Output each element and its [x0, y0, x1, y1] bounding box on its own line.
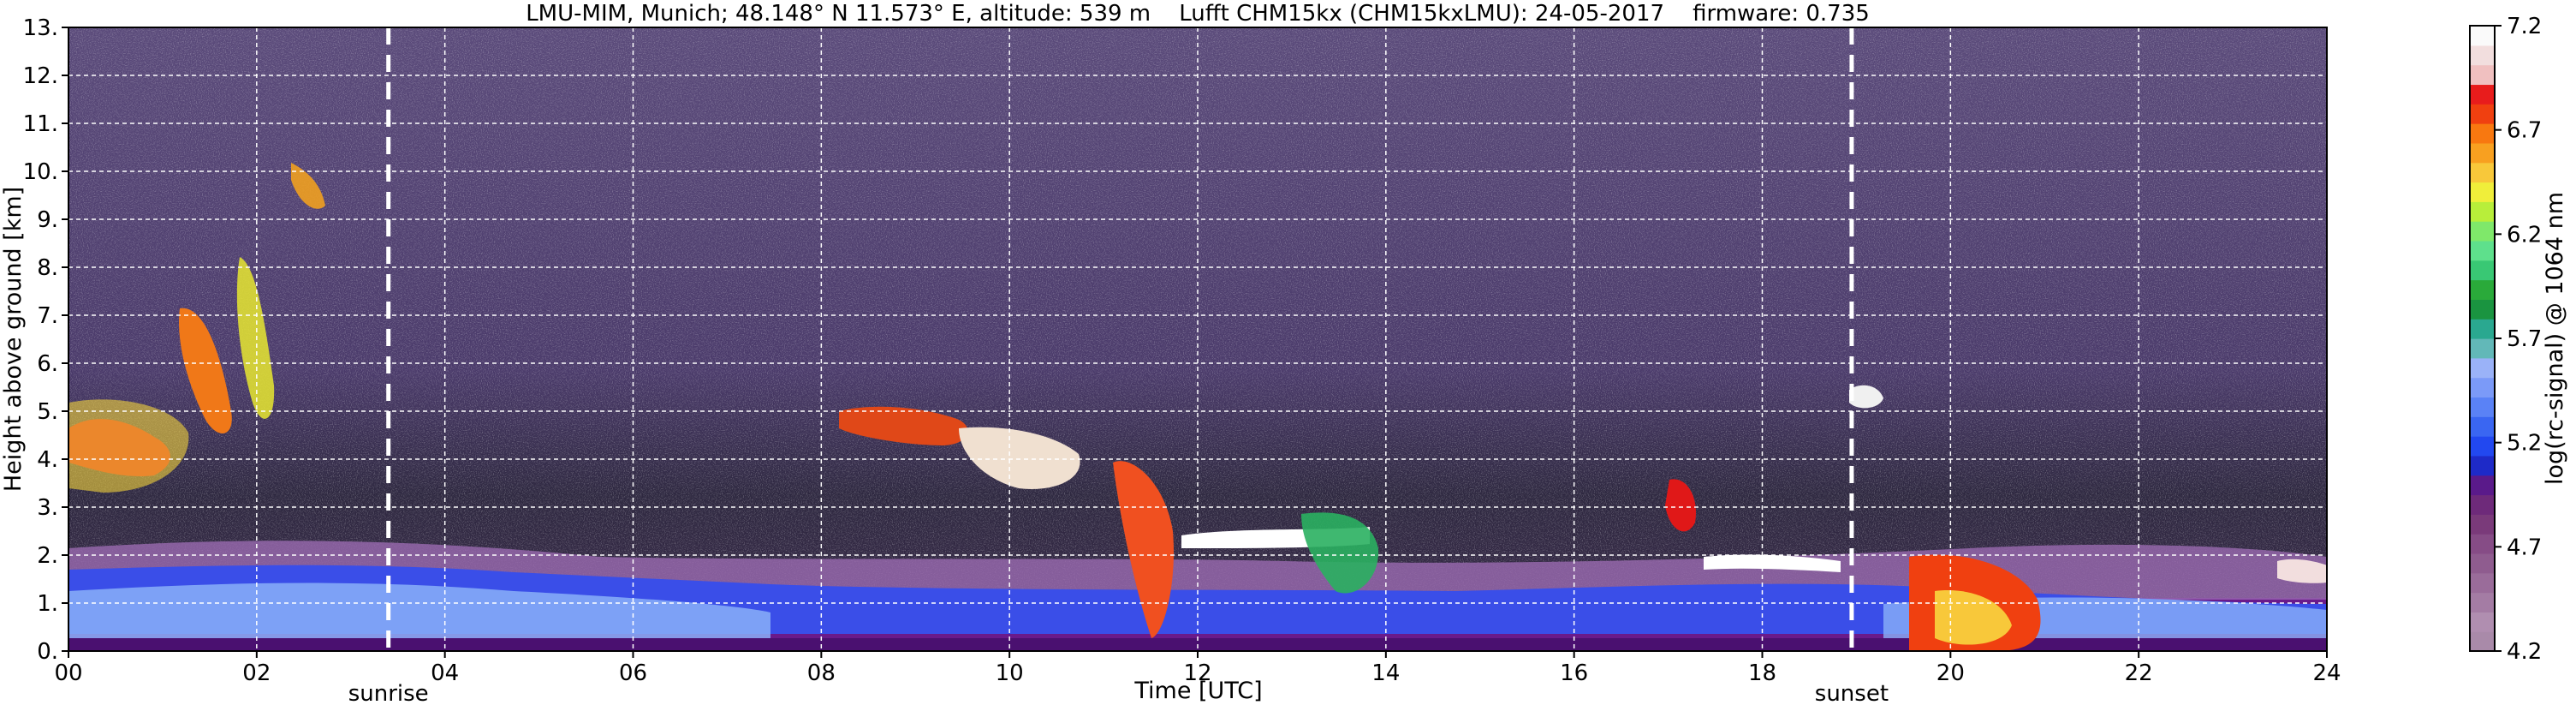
colorbar-segment [2470, 104, 2495, 124]
y-tick-label: 1. [37, 591, 58, 617]
y-tick-label: 2. [37, 543, 58, 569]
colorbar [2470, 26, 2495, 652]
colorbar-segment [2470, 455, 2495, 476]
y-tick-label: 5. [37, 399, 58, 425]
colorbar-tick-label: 5.7 [2507, 326, 2542, 352]
colorbar-tick-label: 5.2 [2507, 431, 2542, 457]
x-tick-label: 22 [2125, 660, 2153, 686]
x-tick-label: 14 [1371, 660, 1400, 686]
event-label-sunset: sunset [1815, 681, 1889, 707]
colorbar-segment [2470, 534, 2495, 554]
colorbar-segment [2470, 338, 2495, 359]
colorbar-segment [2470, 319, 2495, 339]
event-label-sunrise: sunrise [348, 681, 429, 707]
colorbar-segment [2470, 514, 2495, 535]
y-tick-label: 7. [37, 303, 58, 329]
colorbar-segment [2470, 162, 2495, 183]
colorbar-segment [2470, 279, 2495, 300]
colorbar-segment [2470, 631, 2495, 652]
colorbar-tick-label: 6.7 [2507, 118, 2542, 144]
colorbar-tick-label: 6.2 [2507, 222, 2542, 248]
x-tick-label: 16 [1560, 660, 1588, 686]
y-tick-label: 12. [23, 63, 58, 89]
colorbar-segment [2470, 397, 2495, 417]
x-tick-label: 24 [2312, 660, 2341, 686]
colorbar-segment [2470, 299, 2495, 320]
x-tick-label: 08 [807, 660, 836, 686]
colorbar-segment [2470, 26, 2495, 46]
y-tick-label: 0. [37, 639, 58, 665]
x-tick-label: 20 [1936, 660, 1965, 686]
colorbar-segment [2470, 240, 2495, 261]
colorbar-segment [2470, 494, 2495, 515]
colorbar-label: log(rc-signal) @ 1064 nm [2542, 192, 2568, 485]
y-tick-label: 8. [37, 255, 58, 281]
y-tick-label: 6. [37, 351, 58, 377]
x-tick-label: 10 [996, 660, 1024, 686]
colorbar-segment [2470, 592, 2495, 612]
colorbar-segment [2470, 142, 2495, 164]
colorbar-segment [2470, 260, 2495, 281]
colorbar-segment [2470, 182, 2495, 202]
chart-title: LMU-MIM, Munich; 48.148° N 11.573° E, al… [526, 1, 1870, 27]
colorbar-segment [2470, 572, 2495, 594]
y-tick-label: 11. [23, 111, 58, 137]
y-axis-ticks: 0. 1. 2. 3. 4. 5. 6. 7. 8. 9. 10. 11. 12. 13. [23, 15, 68, 665]
x-tick-label: 04 [431, 660, 459, 686]
event-labels: sunrise sunset [348, 681, 1889, 707]
colorbar-segment [2470, 201, 2495, 222]
ceilometer-chart: 00 02 04 06 08 10 12 14 16 18 20 22 24 0.1.2.3.4.5.6… [0, 1, 2568, 707]
colorbar-segment [2470, 123, 2495, 144]
colorbar-segment [2470, 64, 2495, 86]
y-tick-label: 10. [23, 159, 58, 185]
y-axis-label: Height above ground [km] [0, 187, 27, 492]
colorbar-segment [2470, 221, 2495, 242]
colorbar-segment [2470, 416, 2495, 437]
colorbar-segment [2470, 377, 2495, 398]
x-tick-label: 00 [54, 660, 82, 686]
y-tick-label: 13. [23, 15, 58, 41]
colorbar-tick-label: 4.7 [2507, 535, 2542, 560]
colorbar-segment [2470, 436, 2495, 457]
colorbar-segment [2470, 45, 2495, 66]
x-tick-label: 06 [619, 660, 647, 686]
y-tick-label: 9. [37, 207, 58, 233]
colorbar-segment [2470, 357, 2495, 379]
colorbar-segment [2470, 612, 2495, 632]
x-tick-label: 18 [1748, 660, 1776, 686]
colorbar-tick-label: 4.2 [2507, 639, 2542, 665]
y-tick-label: 3. [37, 495, 58, 521]
x-axis-label: Time [UTC] [1133, 678, 1262, 704]
colorbar-tick-label: 7.2 [2507, 14, 2542, 39]
colorbar-ticks: 4.2 4.7 5.2 5.7 6.2 6.7 7.2 [2495, 14, 2542, 665]
colorbar-segment [2470, 84, 2495, 105]
colorbar-segment [2470, 553, 2495, 574]
x-tick-label: 02 [242, 660, 271, 686]
y-tick-label: 4. [37, 447, 58, 473]
colorbar-segment [2470, 475, 2495, 496]
